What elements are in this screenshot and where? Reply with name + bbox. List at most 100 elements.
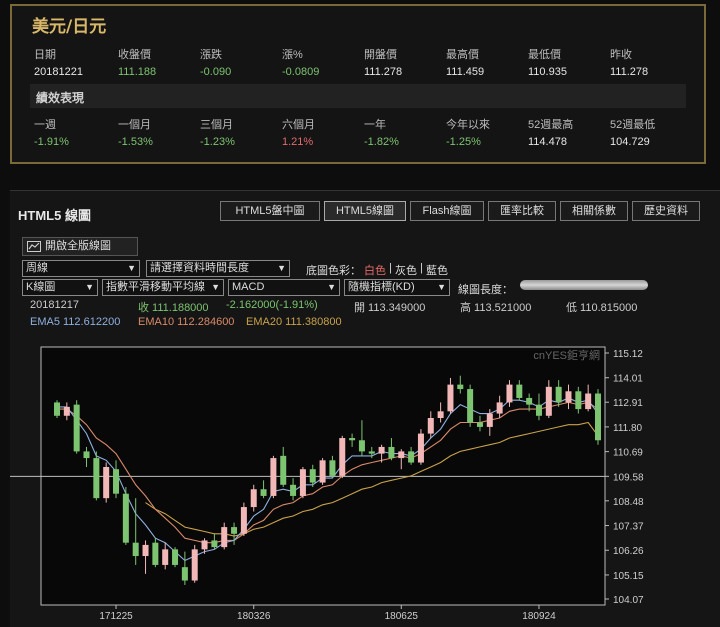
quote-panel: 美元/日元 日期 收盤價 漲跌 漲% 開盤價 最高價 最低價 昨收 201812…: [10, 4, 706, 164]
x-tick-label: 180924: [522, 611, 556, 622]
y-tick-label: 107.37: [613, 522, 644, 533]
y-tick-label: 111.80: [613, 423, 643, 434]
y-tick-label: 104.07: [613, 595, 644, 606]
tab-correlation[interactable]: 相關係數: [560, 201, 628, 221]
candle-body: [595, 393, 601, 441]
perf-header-year: 一年: [364, 119, 386, 131]
candle-body: [457, 384, 464, 390]
candle-body: [191, 549, 198, 581]
perf-header-52w-low: 52週最低: [610, 119, 656, 131]
tab-flash-chart[interactable]: Flash線圖: [410, 201, 484, 221]
quote-header-close: 收盤價: [118, 49, 151, 61]
info-high: 高 113.521000: [460, 302, 532, 314]
y-tick-label: 112.91: [613, 398, 643, 409]
moving-average-select-value: 指數平滑移動平均線: [106, 281, 205, 293]
chart-panel: HTML5 線圖 HTML5盤中圖 HTML5線圖 Flash線圖 匯率比較 相…: [10, 190, 720, 627]
quote-title: 美元/日元: [32, 17, 107, 37]
candle-body: [142, 544, 149, 557]
candle-body: [349, 438, 356, 441]
info-ema10: EMA10 112.284600: [138, 316, 235, 328]
candle-body: [103, 466, 110, 499]
perf-value-row: -1.91% -1.53% -1.23% 1.21% -1.82% -1.25%…: [30, 132, 686, 154]
period-select[interactable]: 周線 ▼: [22, 260, 140, 277]
indicator-select-2[interactable]: 隨機指標(KD) ▼: [344, 279, 450, 296]
range-select-value: 請選擇資料時間長度: [150, 262, 249, 274]
candle-body: [467, 389, 474, 423]
candle-body: [447, 384, 454, 412]
chart-panel-title: HTML5 線圖: [18, 208, 91, 223]
y-tick-label: 105.15: [613, 571, 644, 582]
chart-icon: [27, 241, 41, 252]
candle-body: [388, 446, 395, 459]
open-fullscreen-chart-button[interactable]: 開啟全版線圖: [22, 237, 138, 256]
perf-6month: 1.21%: [282, 136, 314, 148]
candle-body: [280, 455, 287, 485]
info-open: 開 113.349000: [354, 302, 426, 314]
bg-option-separator: |: [420, 262, 423, 274]
chevron-down-icon: ▼: [277, 263, 286, 273]
candle-body: [329, 460, 336, 476]
moving-average-select[interactable]: 指數平滑移動平均線 ▼: [102, 279, 224, 296]
quote-header-prev: 昨收: [610, 49, 632, 61]
quote-open: 111.278: [364, 66, 403, 78]
tab-html5-chart[interactable]: HTML5線圖: [324, 201, 406, 221]
candle-body: [113, 469, 120, 494]
chart-type-select-value: K線圖: [26, 281, 56, 293]
candle-body: [565, 391, 572, 403]
y-tick-label: 114.01: [613, 374, 643, 385]
quote-change: -0.090: [200, 66, 232, 78]
indicator-select-1[interactable]: MACD ▼: [228, 279, 340, 296]
info-date: 20181217: [30, 299, 79, 311]
candle-body: [358, 440, 365, 452]
candle-body: [132, 542, 139, 557]
candle-body: [309, 469, 316, 483]
chart-length-label: 線圖長度：: [458, 284, 513, 296]
bg-blue-option[interactable]: 藍色: [426, 262, 448, 278]
chevron-down-icon: ▼: [437, 282, 446, 292]
info-ema5: EMA5 112.612200: [30, 316, 121, 328]
range-select[interactable]: 請選擇資料時間長度 ▼: [146, 260, 290, 277]
perf-3month: -1.23%: [200, 136, 235, 148]
tab-fx-compare[interactable]: 匯率比較: [488, 201, 556, 221]
quote-header-row: 日期 收盤價 漲跌 漲% 開盤價 最高價 最低價 昨收: [30, 42, 686, 64]
candle-body: [575, 391, 582, 410]
candle-body: [250, 489, 257, 508]
candle-body: [201, 540, 208, 550]
perf-header-month: 一個月: [118, 119, 151, 131]
candle-body: [83, 451, 90, 459]
candle-body: [231, 527, 238, 534]
bg-option-separator: |: [389, 262, 392, 274]
perf-header-week: 一週: [34, 119, 56, 131]
candle-body: [506, 384, 513, 403]
bg-white-option[interactable]: 白色: [364, 262, 386, 278]
tab-html5-intraday[interactable]: HTML5盤中圖: [220, 201, 320, 221]
perf-52w-low: 104.729: [610, 136, 650, 148]
x-tick-label: 180326: [237, 611, 271, 622]
indicator-select-2-value: 隨機指標(KD): [348, 281, 415, 293]
perf-header-row: 一週 一個月 三個月 六個月 一年 今年以來 52週最高 52週最低: [30, 112, 686, 134]
chart-type-select[interactable]: K線圖 ▼: [22, 279, 98, 296]
quote-header-date: 日期: [34, 49, 56, 61]
performance-title: 績效表現: [36, 91, 85, 105]
watermark: cnYES鉅亨網: [533, 348, 600, 362]
bg-gray-option[interactable]: 灰色: [395, 262, 417, 278]
candle-body: [54, 402, 60, 416]
y-tick-label: 108.48: [613, 497, 644, 508]
x-tick-label: 171225: [99, 611, 133, 622]
candle-body: [545, 386, 552, 416]
candle-body: [368, 451, 375, 454]
candle-body: [162, 549, 169, 565]
perf-ytd: -1.25%: [446, 136, 481, 148]
chart-length-slider[interactable]: [520, 280, 648, 290]
open-fullscreen-chart-label: 開啟全版線圖: [45, 240, 111, 252]
bg-color-label: 底圖色彩：: [306, 265, 361, 277]
quote-date: 20181221: [34, 66, 83, 78]
tab-history[interactable]: 歷史資料: [632, 201, 700, 221]
candle-body: [417, 433, 424, 463]
candle-body: [152, 542, 159, 565]
quote-prev: 111.278: [610, 66, 649, 78]
candlestick-chart[interactable]: cnYES鉅亨網 115.12114.01112.91111.80110.691…: [10, 341, 710, 627]
candle-body: [93, 458, 100, 499]
quote-header-change: 漲跌: [200, 49, 222, 61]
y-tick-label: 109.58: [613, 472, 644, 483]
